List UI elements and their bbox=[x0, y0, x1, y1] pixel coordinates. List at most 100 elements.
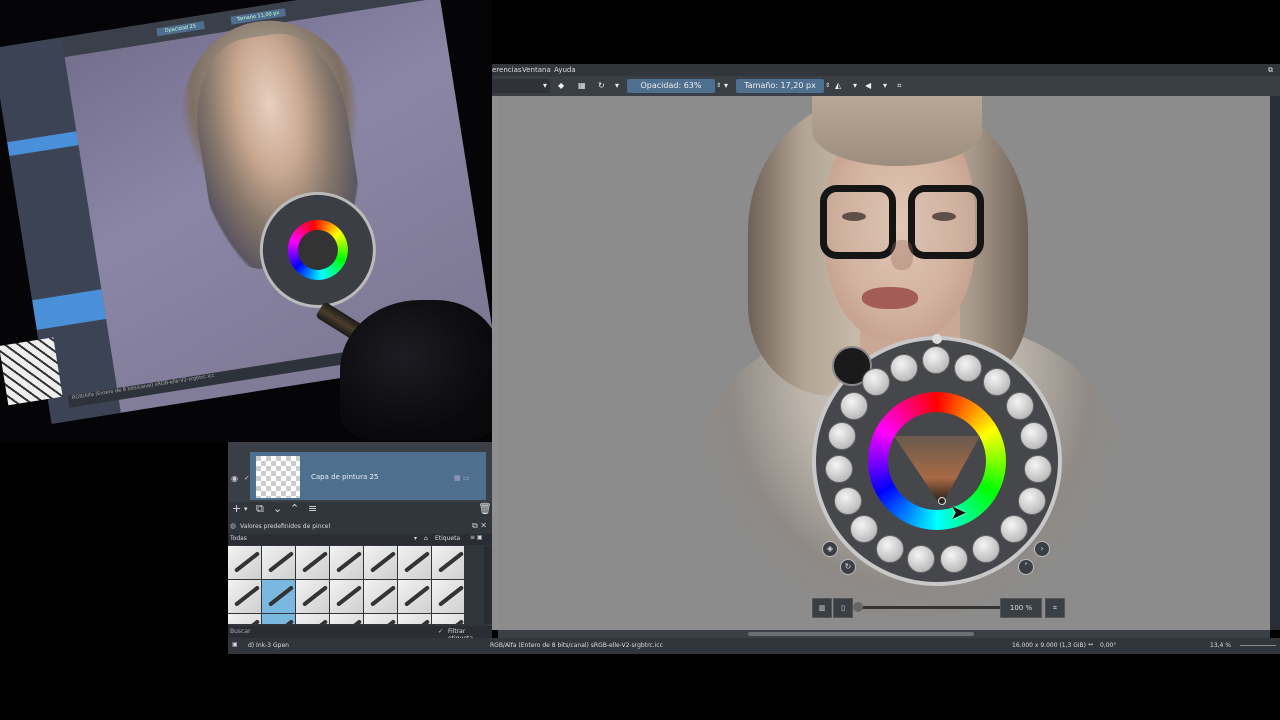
size-spin-icon[interactable]: ⇕ bbox=[825, 79, 830, 93]
brush-preset[interactable] bbox=[296, 546, 329, 579]
chevron-down-icon[interactable]: ▾ bbox=[543, 79, 547, 93]
tag-icon: ⌂ bbox=[424, 535, 428, 542]
close-icon[interactable]: ⧉ ✕ bbox=[472, 521, 487, 531]
brush-preset[interactable] bbox=[364, 614, 397, 624]
brush-preset-bubble[interactable] bbox=[1024, 455, 1052, 483]
brush-preset-bubble[interactable] bbox=[850, 515, 878, 543]
tag-filter-select[interactable]: Todas bbox=[230, 535, 247, 542]
brush-preset[interactable] bbox=[432, 614, 464, 624]
reset-rotation-icon[interactable]: ↻ bbox=[840, 559, 856, 575]
brush-preset-bubble[interactable] bbox=[907, 545, 935, 573]
brush-icon: ▣ bbox=[232, 641, 238, 648]
brush-preset-bubble[interactable] bbox=[840, 392, 868, 420]
mouse-cursor-icon: ➤ bbox=[950, 500, 967, 524]
chevron-down-icon[interactable]: ▾ bbox=[724, 79, 728, 93]
current-brush-name: d) Ink-3 Gpen bbox=[248, 642, 289, 649]
horizontal-scrollbar-thumb[interactable] bbox=[748, 632, 974, 636]
check-icon[interactable]: ✓ bbox=[244, 474, 250, 482]
chevron-down-icon[interactable]: ▾ bbox=[883, 79, 887, 93]
brush-preset[interactable] bbox=[432, 546, 464, 579]
color-selector-handle[interactable] bbox=[938, 497, 946, 505]
list-view-icon[interactable]: ≡ ▣ bbox=[470, 534, 483, 541]
add-layer-icon[interactable]: + bbox=[232, 502, 241, 515]
move-down-icon[interactable]: ⌄ bbox=[273, 502, 282, 515]
wrap-around-icon[interactable]: ⌗ bbox=[897, 79, 902, 93]
brush-preset[interactable] bbox=[330, 614, 363, 624]
chevron-down-icon[interactable]: ▾ bbox=[853, 79, 857, 93]
search-input[interactable]: Buscar bbox=[230, 628, 251, 635]
brush-preset[interactable] bbox=[330, 546, 363, 579]
zoom-level-text[interactable]: 13,4 % bbox=[1210, 642, 1231, 649]
zoom-slider-track[interactable] bbox=[858, 606, 1000, 609]
chevron-up-icon[interactable]: ˄ bbox=[1018, 559, 1034, 575]
fit-to-view-icon[interactable]: ⌗ bbox=[1045, 598, 1065, 618]
brush-preset[interactable] bbox=[296, 614, 329, 624]
brush-preset[interactable] bbox=[296, 580, 329, 613]
restore-window-icon[interactable]: ⧉ bbox=[1268, 66, 1273, 75]
vertical-scrollbar[interactable] bbox=[1270, 96, 1280, 630]
brush-preset-bubble[interactable] bbox=[1000, 515, 1028, 543]
brush-preset-bubble[interactable] bbox=[940, 545, 968, 573]
add-layer-menu-icon[interactable]: ▾ bbox=[244, 505, 248, 513]
brush-preset[interactable] bbox=[398, 580, 431, 613]
mirror-horizontal-icon[interactable]: ◭ bbox=[835, 79, 841, 93]
reload-preset-icon[interactable]: ↻ bbox=[598, 79, 605, 93]
brush-preset-bubble[interactable] bbox=[954, 354, 982, 382]
zoom-slider-handle[interactable] bbox=[853, 602, 863, 612]
delete-layer-icon[interactable]: 🗑 bbox=[478, 502, 492, 515]
brush-preset[interactable] bbox=[228, 614, 261, 624]
brush-preset-bubble[interactable] bbox=[972, 535, 1000, 563]
chevron-down-icon[interactable]: ▾ bbox=[414, 535, 417, 542]
menu-item-settings[interactable]: erencias bbox=[492, 66, 522, 74]
mirror-vertical-icon[interactable]: ◀ bbox=[865, 79, 871, 93]
brush-preset[interactable] bbox=[398, 614, 431, 624]
brush-preset[interactable] bbox=[228, 546, 261, 579]
tag-button[interactable]: Etiqueta bbox=[435, 535, 460, 542]
eraser-icon[interactable]: ◆ bbox=[558, 79, 564, 93]
brush-preset-bubble[interactable] bbox=[1006, 392, 1034, 420]
eye-icon[interactable]: ◉ bbox=[231, 474, 238, 483]
rotation-icon: ↔ bbox=[1088, 641, 1094, 648]
brush-preset-bubble[interactable] bbox=[876, 535, 904, 563]
brush-preset[interactable] bbox=[262, 546, 295, 579]
brush-preset-bubble[interactable] bbox=[825, 455, 853, 483]
filter-tag-checkbox[interactable]: ✓ bbox=[438, 628, 443, 635]
chevron-down-icon[interactable]: ▾ bbox=[615, 79, 619, 93]
palette-drag-handle[interactable] bbox=[932, 334, 942, 344]
size-slider[interactable]: Tamaño: 17,20 px bbox=[736, 79, 824, 93]
brush-preset-bubble[interactable] bbox=[890, 354, 918, 382]
layer-menu-icon[interactable]: ≡ bbox=[308, 502, 317, 515]
brush-preset-bubble[interactable] bbox=[828, 422, 856, 450]
chevron-right-icon[interactable]: › bbox=[1034, 541, 1050, 557]
brush-preset[interactable] bbox=[364, 580, 397, 613]
brush-preset[interactable] bbox=[262, 614, 295, 624]
tag-icon[interactable]: ◈ bbox=[822, 541, 838, 557]
statusbar: RGB/Alfa (Entero de 8 bits/canal) sRGB-e… bbox=[490, 638, 1280, 654]
bookmark-icon[interactable]: ▯ bbox=[833, 598, 853, 618]
opacity-spin-icon[interactable]: ⇕ bbox=[716, 79, 721, 93]
zoom-status-slider[interactable] bbox=[1240, 645, 1276, 646]
opacity-slider[interactable]: Opacidad: 63% bbox=[627, 79, 715, 93]
brush-preset[interactable] bbox=[432, 580, 464, 613]
brush-preset-bubble[interactable] bbox=[862, 368, 890, 396]
blend-mode-select[interactable] bbox=[492, 79, 550, 93]
presets-scrollbar[interactable] bbox=[484, 546, 492, 624]
brush-preset-bubble[interactable] bbox=[922, 346, 950, 374]
zoom-100-button[interactable]: 100 % bbox=[1000, 598, 1042, 618]
move-up-icon[interactable]: ⌃ bbox=[290, 502, 299, 515]
menu-item-window[interactable]: Ventana bbox=[522, 66, 551, 74]
layer-properties-icon[interactable]: ▦ ▭ bbox=[454, 474, 469, 482]
preserve-alpha-icon[interactable]: ▦ bbox=[578, 79, 586, 93]
duplicate-layer-icon[interactable]: ⧉ bbox=[256, 502, 264, 516]
menu-item-help[interactable]: Ayuda bbox=[554, 66, 576, 74]
brush-preset[interactable] bbox=[364, 546, 397, 579]
brush-preset[interactable] bbox=[398, 546, 431, 579]
brush-preset-bubble[interactable] bbox=[1020, 422, 1048, 450]
brush-preset-bubble[interactable] bbox=[1018, 487, 1046, 515]
brush-preset[interactable] bbox=[330, 580, 363, 613]
brush-preset-bubble[interactable] bbox=[834, 487, 862, 515]
brush-preset-selected[interactable] bbox=[262, 580, 295, 613]
canvas-only-icon[interactable]: ▥ bbox=[812, 598, 832, 618]
brush-preset-bubble[interactable] bbox=[983, 368, 1011, 396]
brush-preset[interactable] bbox=[228, 580, 261, 613]
